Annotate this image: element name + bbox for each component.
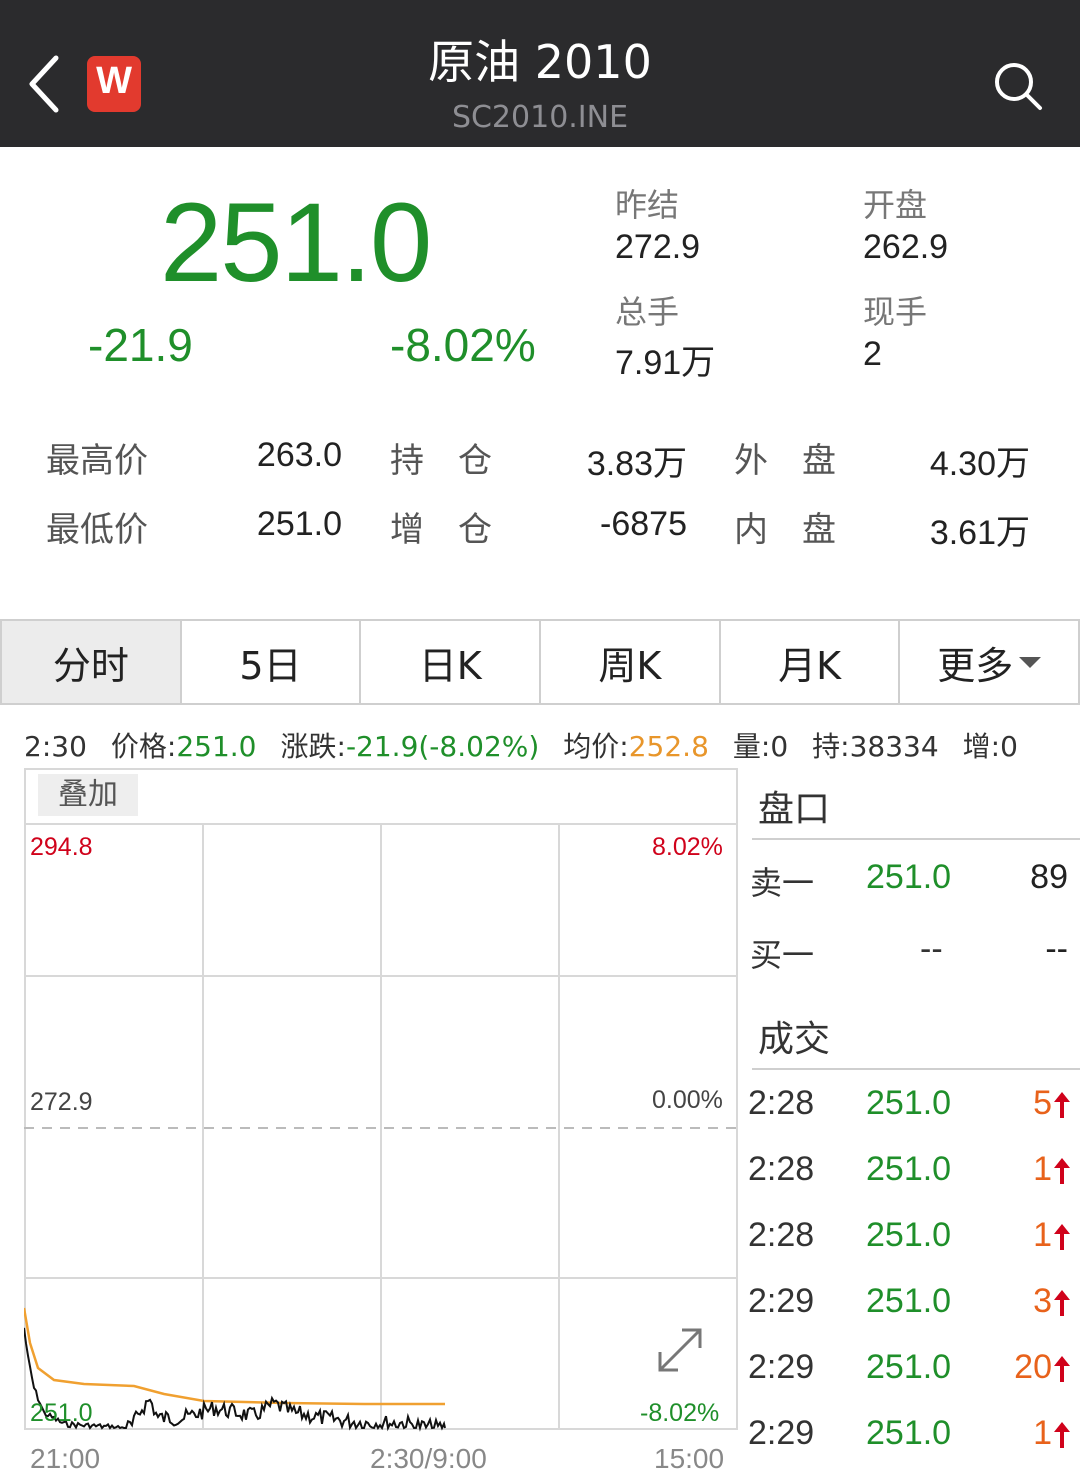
info-change-label: 涨跌:: [280, 730, 346, 763]
stat-label-open: 开盘: [863, 186, 928, 224]
intraday-chart[interactable]: [24, 768, 738, 1480]
divider: [752, 838, 1080, 840]
y-axis-min-pct-label: -8.02%: [640, 1399, 720, 1427]
price-change: -21.9: [88, 319, 193, 371]
stat-value-prev-settle: 272.9: [615, 228, 701, 266]
trade-price: 251.0: [866, 1414, 952, 1452]
trade-price: 251.0: [866, 1216, 952, 1254]
info-time: 2:30: [24, 730, 87, 763]
ask-1-price: 251.0: [866, 858, 952, 896]
info-avg: 252.8: [628, 730, 709, 763]
trade-time: 2:28: [748, 1150, 815, 1188]
chart-info-bar: 2:30 价格:251.0 涨跌:-21.9(-8.02%) 均价:252.8 量:0 持…: [24, 725, 1018, 765]
tab-monthly-k[interactable]: 月K: [721, 621, 901, 703]
bid-1-volume: --: [1045, 930, 1068, 968]
stat-value-current-volume: 2: [863, 335, 882, 373]
bid-1-label: 买一: [750, 936, 815, 974]
tab-weekly-k[interactable]: 周K: [541, 621, 721, 703]
tab-label: 月K: [778, 643, 841, 688]
up-arrow-icon: [1054, 1224, 1070, 1250]
ask-1-label: 卖一: [750, 864, 815, 902]
y-axis-mid-label: 272.9: [30, 1088, 93, 1116]
tab-label: 分时: [52, 643, 129, 688]
trade-volume: 3: [1033, 1282, 1052, 1320]
up-arrow-icon: [1054, 1356, 1070, 1382]
tab-intraday[interactable]: 分时: [2, 621, 182, 703]
detail-label-low: 最低价: [46, 510, 148, 550]
divider: [752, 1068, 1080, 1070]
top-bar: W 原油 2010 SC2010.INE: [0, 0, 1080, 147]
trade-volume: 5: [1033, 1084, 1052, 1122]
up-arrow-icon: [1054, 1158, 1070, 1184]
trade-time: 2:28: [748, 1216, 815, 1254]
trade-time: 2:29: [748, 1348, 815, 1386]
overlay-button[interactable]: 叠加: [38, 774, 138, 816]
trade-volume: 1: [1033, 1216, 1052, 1254]
tab-label: 周K: [598, 643, 662, 688]
ask-1-volume: 89: [1030, 858, 1068, 896]
tab-label: 5日: [239, 643, 302, 688]
detail-label-oi-change: 增 仓: [390, 510, 492, 550]
detail-value-oi-change: -6875: [600, 505, 687, 543]
trade-price: 251.0: [866, 1348, 952, 1386]
order-book-title: 盘口: [758, 789, 831, 830]
tab-5-day[interactable]: 5日: [182, 621, 362, 703]
stat-value-total-volume: 7.91万: [615, 344, 716, 382]
x-axis-start-label: 21:00: [30, 1443, 101, 1474]
info-volume: 量:0: [732, 730, 789, 763]
detail-value-open-interest: 3.83万: [586, 445, 687, 483]
up-arrow-icon: [1054, 1092, 1070, 1118]
y-axis-max-pct-label: 8.02%: [652, 833, 723, 861]
info-price: 251.0: [176, 730, 257, 763]
page-title: 原油 2010: [428, 35, 652, 89]
detail-value-inner-volume: 3.61万: [929, 514, 1030, 552]
trade-time: 2:29: [748, 1282, 815, 1320]
trades-title: 成交: [758, 1019, 831, 1060]
trade-time: 2:29: [748, 1414, 815, 1452]
y-axis-mid-pct-label: 0.00%: [652, 1086, 723, 1114]
trade-time: 2:28: [748, 1084, 815, 1122]
info-change: -21.9(-8.02%): [345, 730, 540, 763]
trade-volume: 1: [1033, 1150, 1052, 1188]
tab-label: 更多: [937, 643, 1014, 688]
stat-label-prev-settle: 昨结: [615, 186, 680, 224]
tab-more[interactable]: 更多: [900, 621, 1078, 703]
stat-label-total-volume: 总手: [615, 293, 680, 331]
x-axis-end-label: 15:00: [654, 1443, 725, 1474]
info-increase: 增:0: [962, 730, 1018, 763]
trade-volume: 1: [1033, 1414, 1052, 1452]
price-change-percent: -8.02%: [390, 319, 536, 371]
chevron-down-icon: [1019, 656, 1042, 668]
stat-value-open: 262.9: [863, 228, 949, 266]
info-avg-label: 均价:: [563, 730, 629, 763]
up-arrow-icon: [1054, 1290, 1070, 1316]
detail-label-inner-volume: 内 盘: [734, 510, 836, 550]
page-subtitle: SC2010.INE: [451, 100, 629, 135]
trade-price: 251.0: [866, 1282, 952, 1320]
info-hold: 持:38334: [812, 730, 939, 763]
trade-price: 251.0: [866, 1084, 952, 1122]
last-price: 251.0: [160, 180, 432, 305]
detail-label-open-interest: 持 仓: [390, 441, 492, 481]
detail-label-outer-volume: 外 盘: [734, 441, 836, 481]
detail-value-high: 263.0: [256, 436, 342, 474]
bid-1-price: --: [920, 930, 943, 968]
up-arrow-icon: [1054, 1422, 1070, 1448]
expand-icon[interactable]: [652, 1322, 708, 1378]
stat-label-current-volume: 现手: [863, 293, 928, 331]
info-price-label: 价格:: [110, 730, 177, 763]
tab-daily-k[interactable]: 日K: [361, 621, 542, 703]
y-axis-min-label: 251.0: [30, 1399, 93, 1427]
y-axis-max-label: 294.8: [30, 833, 93, 861]
detail-label-high: 最高价: [46, 441, 148, 481]
trade-volume: 20: [1014, 1348, 1052, 1386]
detail-value-outer-volume: 4.30万: [929, 445, 1030, 483]
search-icon[interactable]: [992, 60, 1044, 112]
tab-label: 日K: [418, 643, 482, 688]
x-axis-mid-label: 2:30/9:00: [370, 1443, 487, 1474]
chart-period-tabs: 分时 5日 日K 周K 月K 更多: [0, 619, 1080, 705]
trade-price: 251.0: [866, 1150, 952, 1188]
detail-value-low: 251.0: [256, 505, 342, 543]
